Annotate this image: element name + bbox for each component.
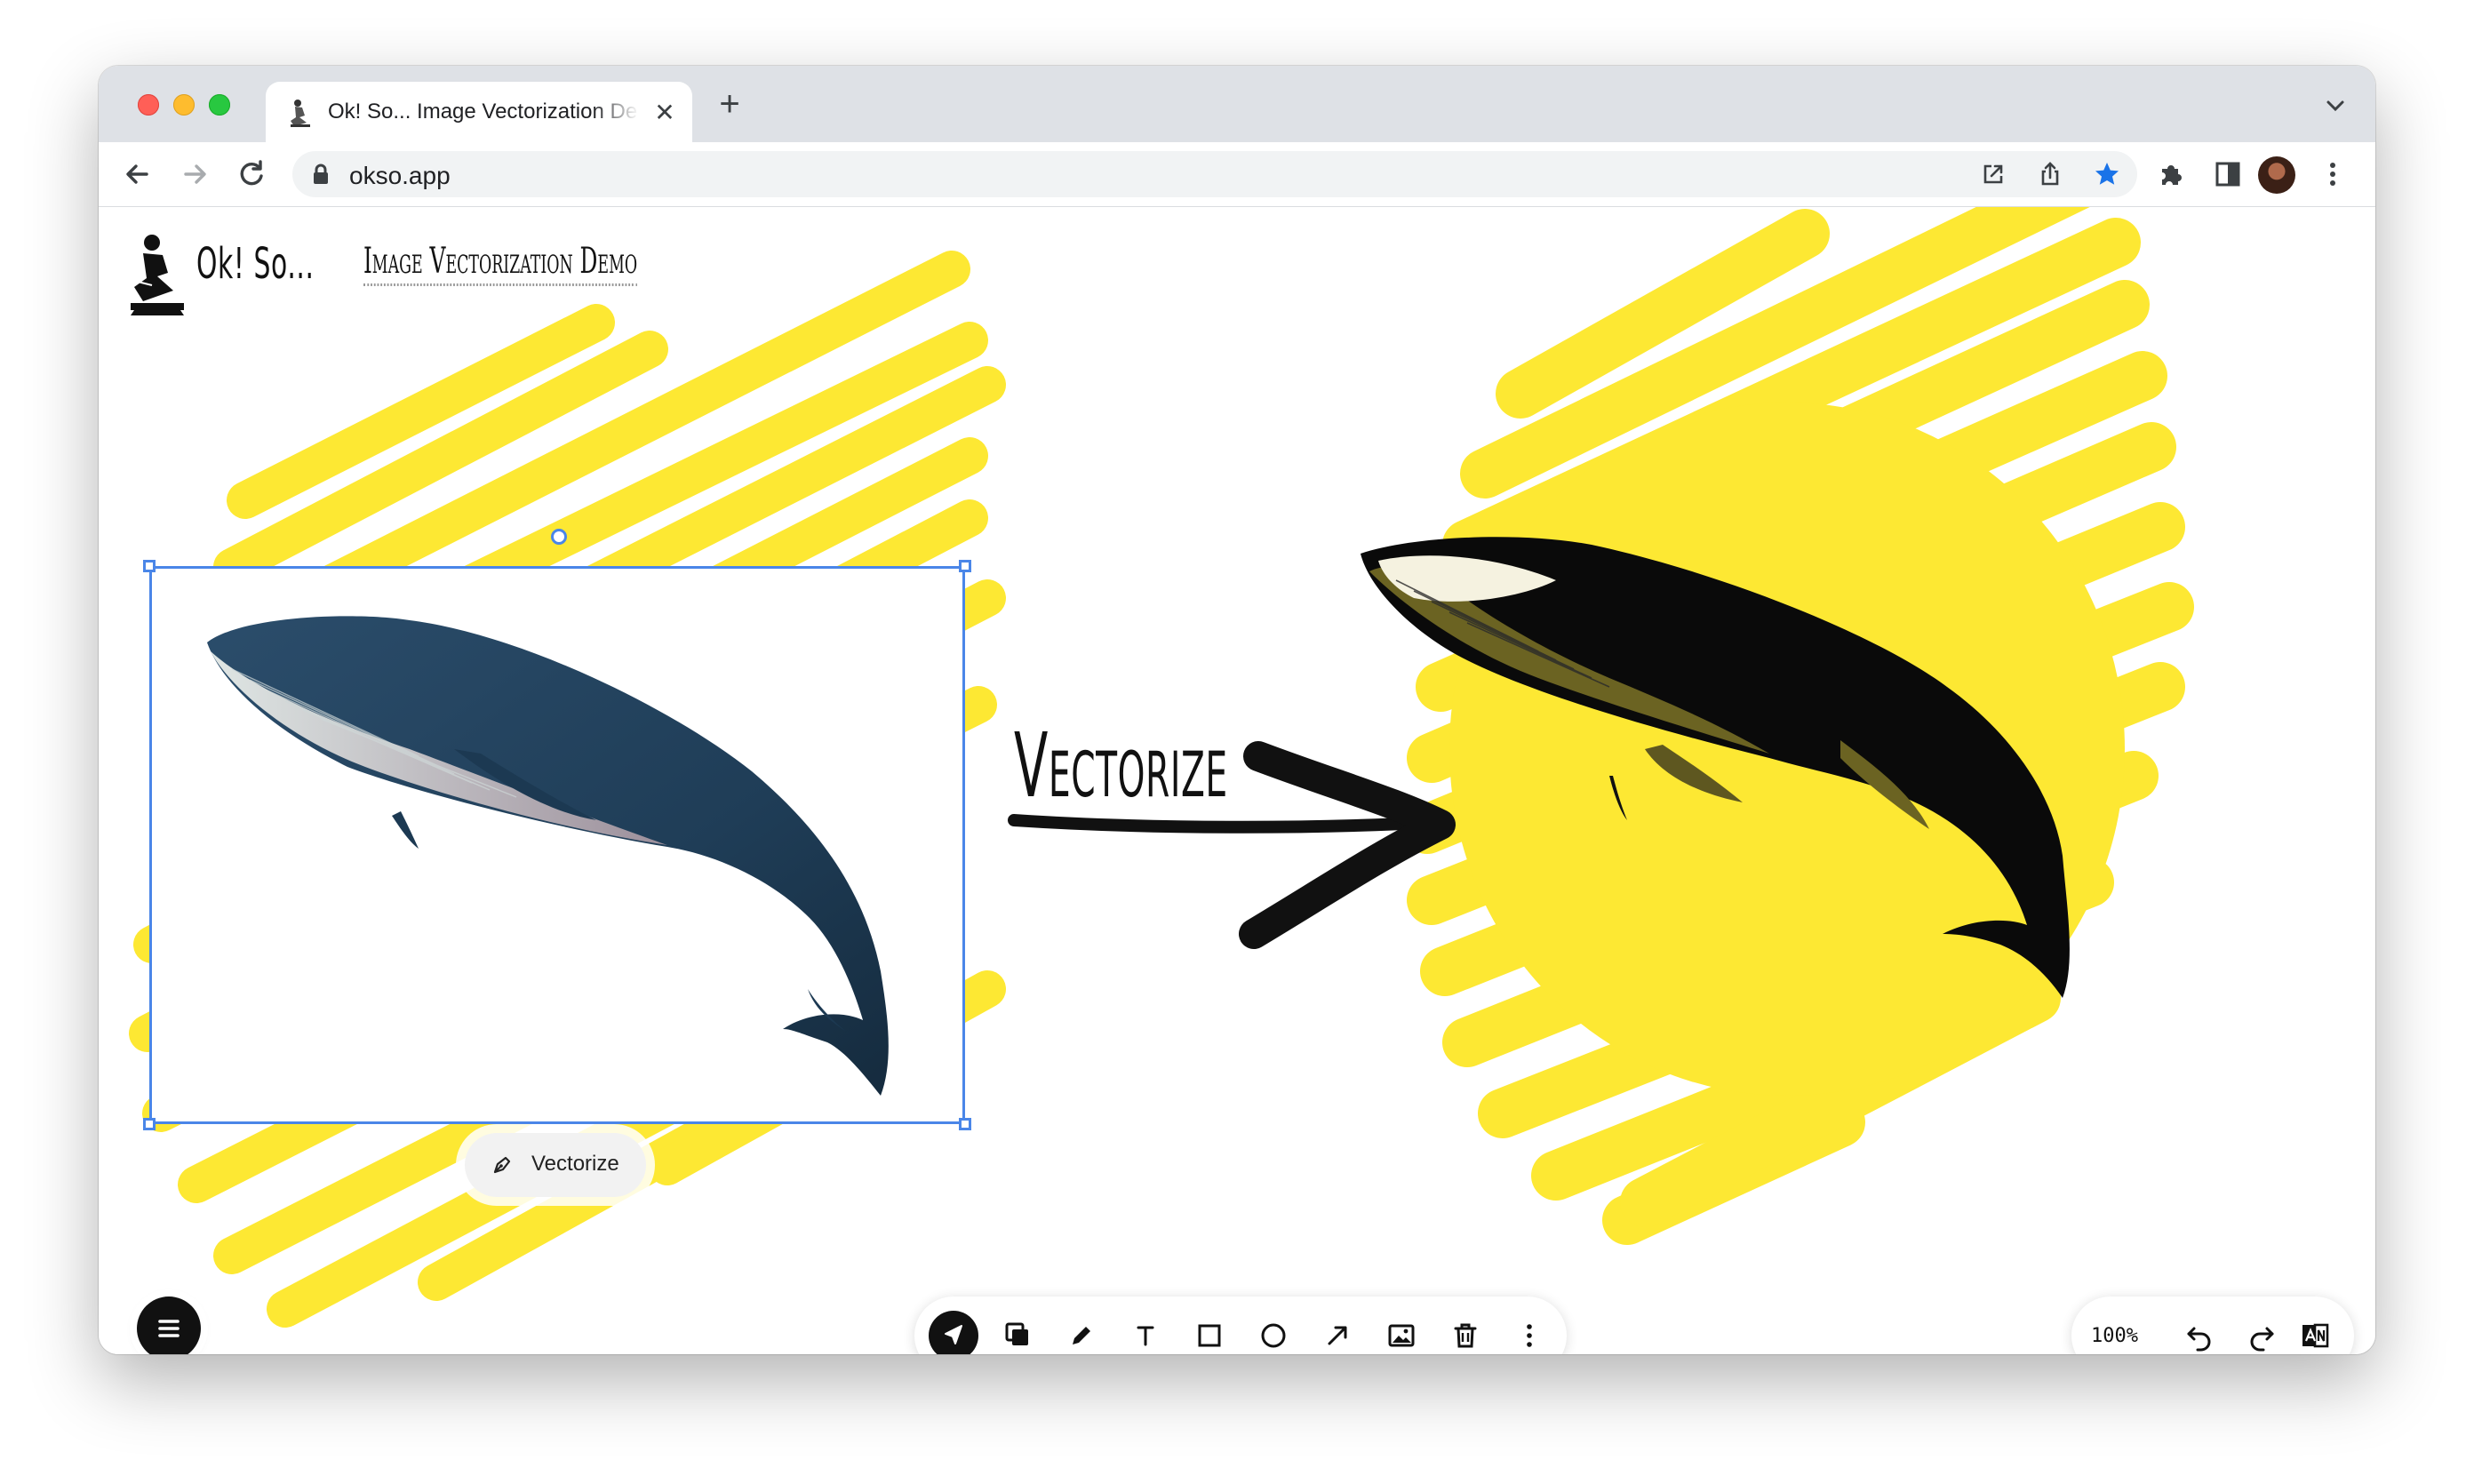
open-in-window-icon[interactable]: [1979, 160, 2007, 188]
thinker-logo-icon[interactable]: [125, 228, 189, 317]
kebab-menu-icon[interactable]: [2317, 158, 2349, 190]
back-arrow-icon[interactable]: [118, 155, 157, 194]
layers-icon: [1005, 1322, 1028, 1345]
chevron-down-icon[interactable]: [2322, 92, 2349, 119]
vectorize-button-label: Vectorize: [531, 1152, 619, 1176]
redo-icon[interactable]: [2244, 1318, 2279, 1353]
profile-avatar[interactable]: [2258, 156, 2295, 194]
close-window-button[interactable]: [138, 94, 159, 116]
vectorize-button[interactable]: Vectorize: [465, 1133, 646, 1197]
diagonal-arrow-icon: [1328, 1326, 1347, 1345]
select-tool-button[interactable]: [929, 1311, 978, 1354]
pen-nib-icon: [493, 1156, 511, 1174]
browser-tab[interactable]: Ok! So... Image Vectorization Demo ✕: [266, 82, 692, 142]
new-tab-button[interactable]: +: [712, 86, 747, 123]
pencil-icon: [1073, 1327, 1090, 1344]
browser-window: Ok! So... Image Vectorization Demo ✕ + o…: [99, 66, 2375, 1354]
undo-icon[interactable]: [2182, 1318, 2217, 1353]
delete-tool-button[interactable]: [1441, 1311, 1490, 1354]
lock-icon[interactable]: [312, 164, 330, 185]
zoom-history-bar: 100%: [2071, 1297, 2354, 1354]
tab-strip: Ok! So... Image Vectorization Demo ✕ +: [99, 66, 2375, 142]
text-t-icon: [1137, 1326, 1154, 1346]
address-bar[interactable]: okso.app: [292, 151, 2137, 197]
hamburger-icon: [158, 1320, 180, 1337]
arrow-tool-button[interactable]: [1313, 1311, 1362, 1354]
trash-icon: [1454, 1323, 1477, 1348]
resize-handle-top-right[interactable]: [959, 560, 971, 572]
resize-handle-top-left[interactable]: [143, 560, 156, 572]
vertical-dots-icon: [1527, 1324, 1532, 1347]
app-page: Ok! So... Image Vectorization Demo Vecto…: [99, 207, 2375, 1354]
pencil-tool-button[interactable]: [1057, 1311, 1106, 1354]
rectangle-icon: [1198, 1324, 1221, 1347]
arrow-label: Vectorize: [1014, 714, 1228, 818]
rotate-handle[interactable]: [551, 529, 567, 545]
minimize-window-button[interactable]: [173, 94, 195, 116]
tab-close-icon[interactable]: ✕: [653, 100, 676, 125]
cursor-arrow-icon: [945, 1325, 962, 1344]
resize-handle-bottom-left[interactable]: [143, 1118, 156, 1130]
thinker-favicon-icon: [291, 100, 310, 127]
reload-icon[interactable]: [232, 155, 271, 194]
zoom-level[interactable]: 100%: [2091, 1325, 2138, 1347]
image-icon: [1388, 1324, 1415, 1347]
resize-handle-bottom-right[interactable]: [959, 1118, 971, 1130]
screenshot-stage: Ok! So... Image Vectorization Demo ✕ + o…: [0, 0, 2474, 1484]
bookmark-star-icon[interactable]: [2093, 160, 2121, 188]
more-options-button[interactable]: [1504, 1311, 1554, 1354]
drawing-toolbar: [914, 1297, 1567, 1354]
forward-arrow-icon[interactable]: [175, 155, 214, 194]
extensions-puzzle-icon[interactable]: [2155, 158, 2187, 190]
fullscreen-window-button[interactable]: [209, 94, 230, 116]
tab-title: Ok! So... Image Vectorization Demo: [328, 100, 639, 124]
theme-toggle-icon[interactable]: [2297, 1318, 2333, 1353]
image-tool-button[interactable]: [1377, 1311, 1426, 1354]
browser-toolbar: okso.app: [99, 142, 2375, 207]
main-menu-button[interactable]: [137, 1297, 201, 1354]
rectangle-tool-button[interactable]: [1185, 1311, 1234, 1354]
selection-box[interactable]: [149, 566, 965, 1124]
page-title[interactable]: Image Vectorization Demo: [363, 241, 638, 286]
circle-icon: [1261, 1323, 1286, 1348]
brand-name[interactable]: Ok! So...: [196, 239, 315, 289]
share-icon[interactable]: [2036, 160, 2064, 188]
url-text[interactable]: okso.app: [349, 162, 451, 190]
text-tool-button[interactable]: [1121, 1311, 1170, 1354]
side-panel-icon[interactable]: [2212, 158, 2244, 190]
ellipse-tool-button[interactable]: [1249, 1311, 1298, 1354]
layers-tool-button[interactable]: [993, 1311, 1042, 1354]
